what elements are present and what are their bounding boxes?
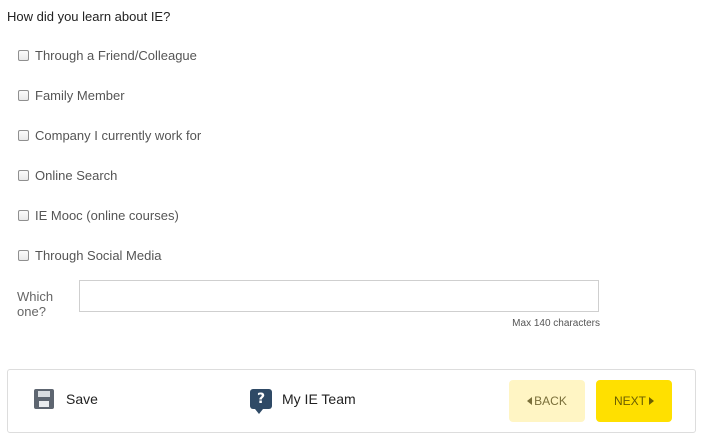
help-question-icon: ?: [250, 389, 272, 414]
option-label: Through a Friend/Colleague: [35, 47, 197, 63]
option-label: Online Search: [35, 167, 118, 183]
my-ie-team-label: My IE Team: [282, 391, 356, 407]
option-family-member[interactable]: Family Member: [18, 86, 201, 104]
option-label: Family Member: [35, 87, 125, 103]
page: How did you learn about IE? Through a Fr…: [0, 0, 707, 435]
checkbox[interactable]: [18, 249, 29, 261]
back-button[interactable]: BACK: [509, 380, 585, 422]
checkbox[interactable]: [18, 209, 29, 221]
footer-bar: Save ? My IE Team BACK NEXT: [7, 369, 696, 433]
checkbox[interactable]: [18, 129, 29, 141]
option-online-search[interactable]: Online Search: [18, 166, 201, 184]
options-list: Through a Friend/Colleague Family Member…: [18, 46, 201, 286]
back-label: BACK: [534, 394, 567, 408]
save-label: Save: [66, 391, 98, 407]
save-button[interactable]: Save: [34, 389, 98, 409]
which-one-input[interactable]: [79, 280, 599, 312]
checkbox[interactable]: [18, 169, 29, 181]
checkbox[interactable]: [18, 89, 29, 101]
caret-left-icon: [527, 397, 533, 405]
option-label: IE Mooc (online courses): [35, 207, 179, 223]
next-label: NEXT: [613, 394, 646, 408]
option-label: Company I currently work for: [35, 127, 202, 143]
option-friend-colleague[interactable]: Through a Friend/Colleague: [18, 46, 201, 64]
option-label: Through Social Media: [35, 247, 162, 263]
option-social-media[interactable]: Through Social Media: [18, 246, 201, 264]
option-ie-mooc[interactable]: IE Mooc (online courses): [18, 206, 201, 224]
my-ie-team-button[interactable]: ? My IE Team: [250, 389, 356, 414]
which-one-label: Which one?: [17, 289, 54, 319]
next-button[interactable]: NEXT: [596, 380, 672, 422]
option-company[interactable]: Company I currently work for: [18, 126, 201, 144]
max-characters-hint: Max 140 characters: [512, 318, 600, 329]
checkbox[interactable]: [18, 49, 29, 61]
floppy-disk-icon: [34, 389, 54, 409]
question-title: How did you learn about IE?: [7, 9, 171, 24]
caret-right-icon: [649, 397, 654, 405]
